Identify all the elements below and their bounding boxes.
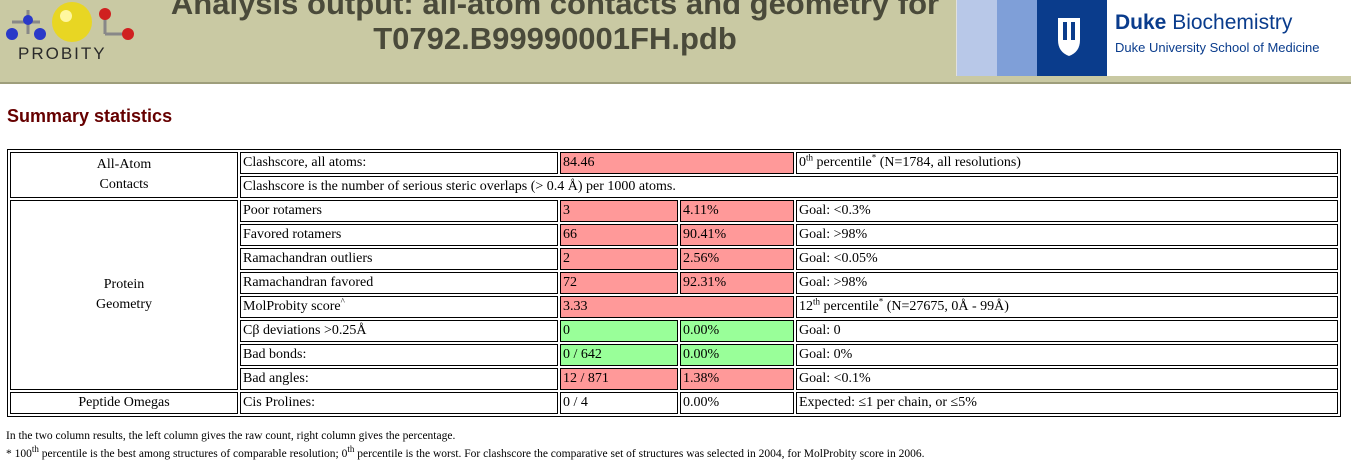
row-percent: 92.31% <box>680 272 794 294</box>
row-count: 0 / 4 <box>560 392 678 414</box>
category-peptide-omegas: Peptide Omegas <box>10 392 238 414</box>
category-label: All-Atom <box>96 157 152 172</box>
row-goal: Goal: >98% <box>796 272 1338 294</box>
category-protein-geometry: Protein Geometry <box>10 200 238 390</box>
row-count: 12 / 871 <box>560 368 678 390</box>
row-goal: Goal: 0% <box>796 344 1338 366</box>
duke-biochemistry-banner[interactable]: Duke Biochemistry Duke University School… <box>956 0 1351 76</box>
footnote-text: percentile is the worst. For clashscore … <box>354 448 925 460</box>
row-label: Ramachandran outliers <box>240 248 558 270</box>
table-row: All-Atom Contacts Clashscore, all atoms:… <box>10 152 1338 198</box>
category-all-atom-contacts: All-Atom Contacts <box>10 152 238 198</box>
percentile-detail: (N=27675, 0Å - 99Å) <box>883 299 1009 314</box>
table-row: Peptide Omegas Cis Prolines: 0 / 4 0.00%… <box>10 392 1338 414</box>
percentile-detail: (N=1784, all resolutions) <box>876 155 1021 170</box>
row-count: 72 <box>560 272 678 294</box>
row-goal: Goal: <0.05% <box>796 248 1338 270</box>
percentile-suffix: th <box>806 152 814 163</box>
row-label: Poor rotamers <box>240 200 558 222</box>
row-goal: Goal: <0.1% <box>796 368 1338 390</box>
row-label: Cβ deviations >0.25Å <box>240 320 558 342</box>
row-count: 3 <box>560 200 678 222</box>
footnote-columns: In the two column results, the left colu… <box>6 430 456 442</box>
percentile-number: 0 <box>799 155 806 170</box>
row-label: Cis Prolines: <box>240 392 558 414</box>
molprobity-percentile: 12th percentile* (N=27675, 0Å - 99Å) <box>796 296 1338 318</box>
page-title: Analysis output: all-atom contacts and g… <box>140 0 970 56</box>
clashscore-value: 84.46 <box>560 152 794 174</box>
percentile-text: percentile <box>813 155 872 170</box>
page-title-line-2: T0792.B99990001FH.pdb <box>373 21 737 56</box>
summary-table: All-Atom Contacts Clashscore, all atoms:… <box>7 149 1341 417</box>
row-count: 2 <box>560 248 678 270</box>
molprobity-logo[interactable]: PROBITY <box>0 0 150 70</box>
footnote-text: * 100 <box>6 448 32 460</box>
percentile-suffix: th <box>813 296 821 307</box>
row-percent: 90.41% <box>680 224 794 246</box>
row-goal: Goal: 0 <box>796 320 1338 342</box>
page-header: PROBITY Analysis output: all-atom contac… <box>0 0 1351 84</box>
row-percent: 0.00% <box>680 344 794 366</box>
row-count: 0 / 642 <box>560 344 678 366</box>
row-percent: 4.11% <box>680 200 794 222</box>
row-goal: Expected: ≤1 per chain, or ≤5% <box>796 392 1338 414</box>
clashscore-description: Clashscore is the number of serious ster… <box>240 176 1338 198</box>
row-count: 0 <box>560 320 678 342</box>
row-label: Ramachandran favored <box>240 272 558 294</box>
caret-mark: ^ <box>340 296 345 307</box>
section-title: Summary statistics <box>7 106 173 126</box>
clashscore-label: Clashscore, all atoms: <box>240 152 558 174</box>
percentile-text: percentile <box>820 299 879 314</box>
row-percent: 2.56% <box>680 248 794 270</box>
clashscore-percentile: 0th percentile* (N=1784, all resolutions… <box>796 152 1338 174</box>
row-label: Bad bonds: <box>240 344 558 366</box>
footnote-text: percentile is the best among structures … <box>38 448 348 460</box>
row-percent: 0.00% <box>680 392 794 414</box>
duke-logo-graphic <box>957 0 1107 76</box>
row-goal: Goal: >98% <box>796 224 1338 246</box>
row-label: Favored rotamers <box>240 224 558 246</box>
row-goal: Goal: <0.3% <box>796 200 1338 222</box>
row-percent: 0.00% <box>680 320 794 342</box>
duke-name: Duke Biochemistry <box>1115 11 1292 35</box>
footnote-percentile: * 100th percentile is the best among str… <box>6 445 924 463</box>
category-label: Geometry <box>96 297 152 312</box>
row-label: Bad angles: <box>240 368 558 390</box>
row-count: 66 <box>560 224 678 246</box>
category-label: Contacts <box>99 177 149 192</box>
percentile-number: 12 <box>799 299 813 314</box>
duke-subtitle: Duke University School of Medicine <box>1115 40 1320 55</box>
duke-name-rest: Biochemistry <box>1172 11 1293 34</box>
category-label: Protein <box>103 277 145 292</box>
molprobity-logo-text: PROBITY <box>18 44 107 63</box>
page-title-line-1: Analysis output: all-atom contacts and g… <box>170 0 940 21</box>
molprobity-label-text: MolProbity score <box>243 299 341 314</box>
table-row: Protein Geometry Poor rotamers 3 4.11% G… <box>10 200 1338 390</box>
molprobity-score-label: MolProbity score^ <box>240 296 558 318</box>
footnote-suffix: th <box>31 444 39 455</box>
row-percent: 1.38% <box>680 368 794 390</box>
molprobity-score-value: 3.33 <box>560 296 794 318</box>
footnotes: In the two column results, the left colu… <box>6 427 924 463</box>
duke-name-bold: Duke <box>1115 11 1167 34</box>
